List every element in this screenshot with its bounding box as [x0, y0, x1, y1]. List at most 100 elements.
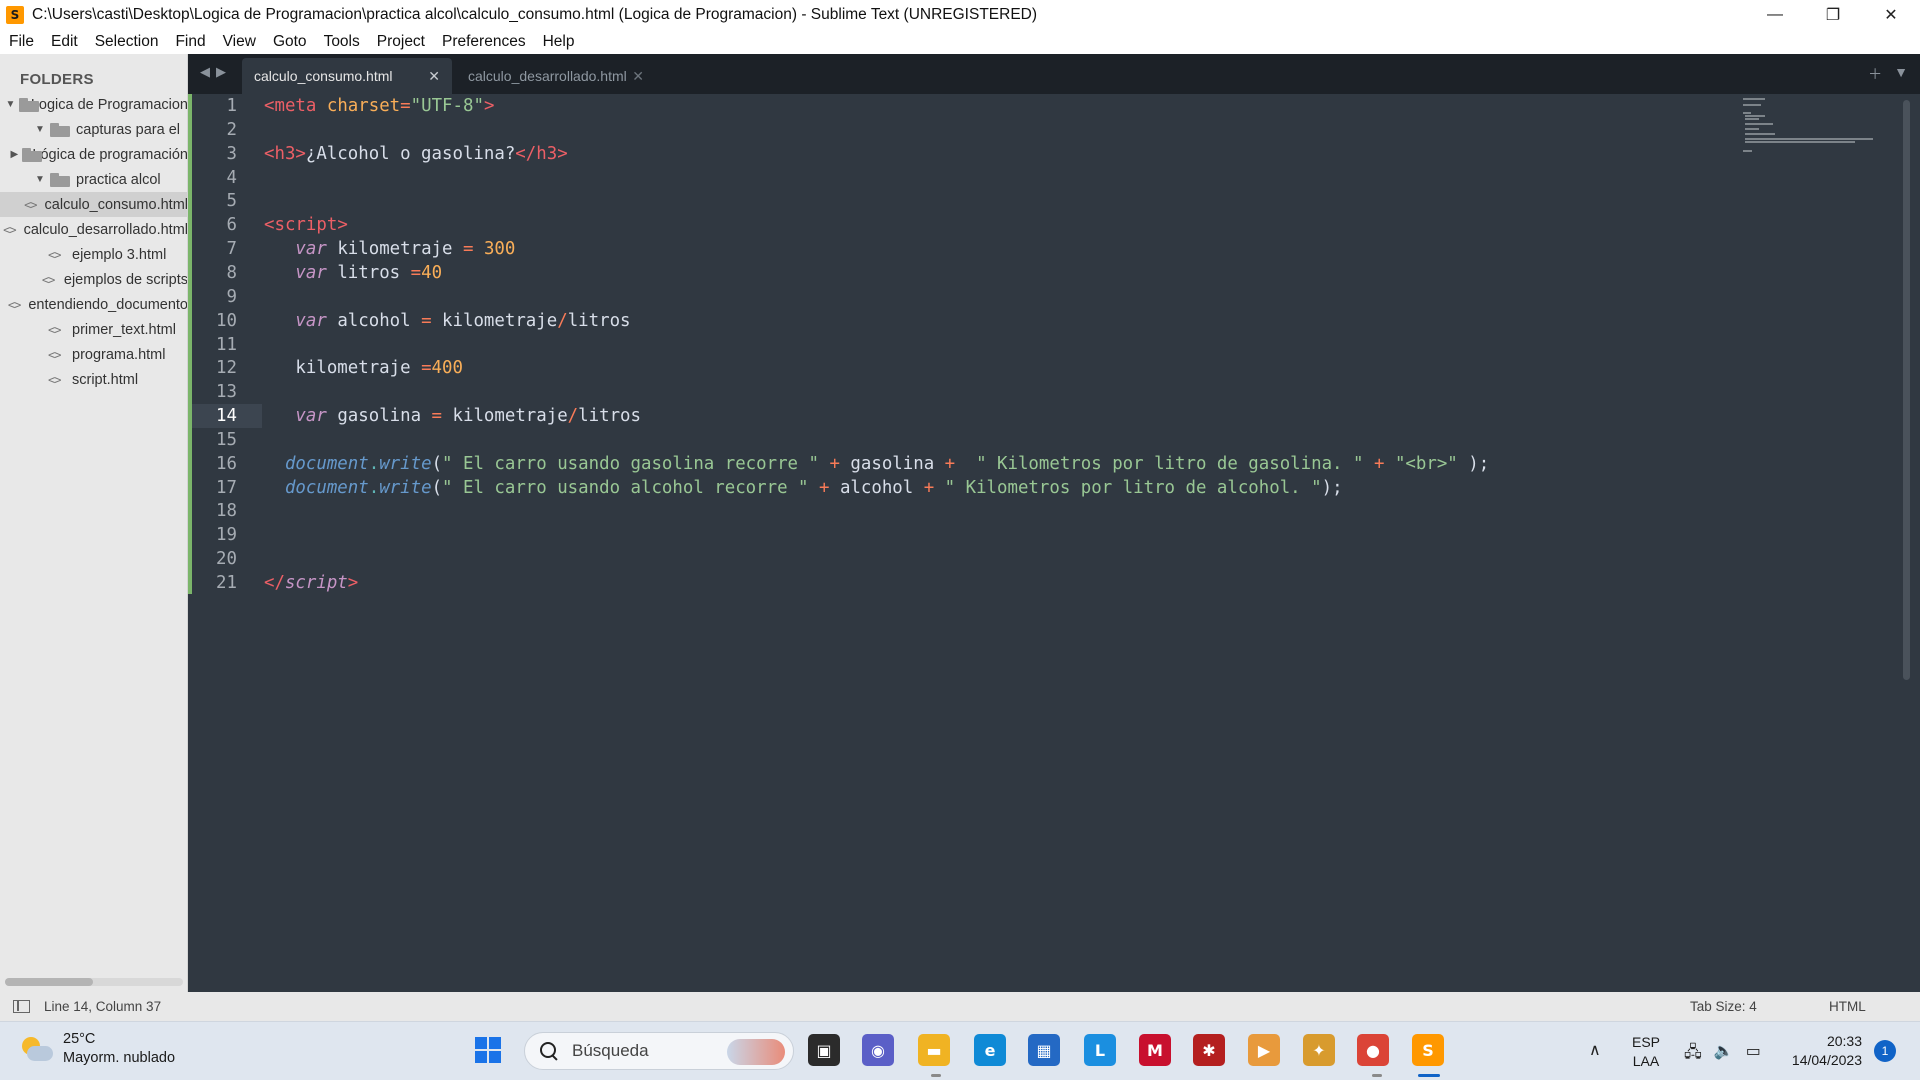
close-button[interactable]: ✕ — [1862, 0, 1920, 29]
cursor-position[interactable]: Line 14, Column 37 — [44, 999, 161, 1014]
syntax-mode[interactable]: HTML — [1829, 999, 1866, 1014]
folder-item[interactable]: ▼ Logica de Programacion — [0, 92, 187, 117]
menu-find[interactable]: Find — [175, 33, 205, 51]
code-token: kilometraje — [442, 406, 568, 427]
code-editor[interactable]: 1 <meta charset="UTF-8"> 2 3 <h3>¿Alcohol o … — [188, 94, 1920, 992]
tab-calculo-desarrollado[interactable]: calculo_desarrollado.html ✕ — [456, 58, 656, 94]
weather-widget[interactable]: 25°C Mayorm. nublado — [18, 1030, 175, 1068]
line-number: 18 — [216, 501, 237, 522]
code-line[interactable]: 10 var alcohol = kilometraje/litros — [188, 309, 1898, 333]
code-line[interactable]: 11 — [188, 333, 1898, 357]
menu-tools[interactable]: Tools — [324, 33, 360, 51]
menu-goto[interactable]: Goto — [273, 33, 307, 51]
menu-selection[interactable]: Selection — [95, 33, 159, 51]
expanded-arrow-icon[interactable]: ▼ — [5, 99, 15, 110]
tree-item-label: calculo_desarrollado.html — [23, 221, 188, 238]
battery-icon[interactable]: ▭ — [1746, 1041, 1761, 1068]
maximize-button[interactable]: ❐ — [1804, 0, 1862, 29]
folder-item[interactable]: ▶ Lógica de programación — [0, 142, 187, 167]
tab-size[interactable]: Tab Size: 4 — [1690, 999, 1757, 1014]
system-clock[interactable]: 20:33 14/04/2023 — [1782, 1032, 1862, 1070]
code-line[interactable]: 7 var kilometraje = 300 — [188, 237, 1898, 261]
notification-badge[interactable]: 1 — [1874, 1040, 1896, 1062]
file-item[interactable]: <> calculo_consumo.html — [0, 192, 187, 217]
expanded-arrow-icon[interactable]: ▼ — [34, 174, 46, 185]
code-line[interactable]: 3 <h3>¿Alcohol o gasolina?</h3> — [188, 142, 1898, 166]
code-line[interactable]: 4 — [188, 166, 1898, 190]
chat-icon[interactable]: ◉ — [862, 1034, 894, 1066]
tree-item-label: programa.html — [72, 346, 166, 363]
show-hidden-icons-chevron-icon[interactable]: ∧ — [1589, 1040, 1601, 1060]
file-item[interactable]: <> programa.html — [0, 342, 187, 367]
tab-next-icon[interactable]: ▶ — [216, 64, 226, 80]
code-line[interactable]: 16 document.write(" El carro usando gaso… — [188, 452, 1898, 476]
expanded-arrow-icon[interactable]: ▼ — [34, 124, 46, 135]
minimap[interactable] — [1743, 98, 1883, 158]
taskbar-search[interactable]: Búsqueda — [524, 1032, 794, 1070]
new-tab-icon[interactable]: ＋ — [1868, 64, 1882, 84]
file-item[interactable]: <> script.html — [0, 367, 187, 392]
code-line[interactable]: 6 <script> — [188, 213, 1898, 237]
code-line[interactable]: 2 — [188, 118, 1898, 142]
code-line[interactable]: 5 — [188, 189, 1898, 213]
network-icon[interactable]: 🖧 — [1684, 1041, 1702, 1068]
file-item[interactable]: <> calculo_desarrollado.html — [0, 217, 188, 242]
game-icon[interactable]: ✦ — [1303, 1034, 1335, 1066]
code-line[interactable]: 15 — [188, 428, 1898, 452]
l-app-icon[interactable]: L — [1084, 1034, 1116, 1066]
editor-scrollbar[interactable] — [1903, 100, 1910, 680]
file-explorer-icon[interactable]: ▬ — [918, 1034, 950, 1066]
minimize-button[interactable]: — — [1746, 0, 1804, 29]
tab-menu-chevron-icon[interactable]: ▼ — [1894, 64, 1908, 84]
menu-view[interactable]: View — [223, 33, 256, 51]
file-item[interactable]: <> ejemplo 3.html — [0, 242, 187, 267]
code-line[interactable]: 19 — [188, 523, 1898, 547]
code-line[interactable]: 12 kilometraje =400 — [188, 356, 1898, 380]
sidebar-scrollbar[interactable] — [5, 978, 183, 986]
edge-icon[interactable]: e — [974, 1034, 1006, 1066]
code-token: " El carro usando alcohol recorre " — [442, 477, 809, 498]
menu-help[interactable]: Help — [543, 33, 575, 51]
menu-preferences[interactable]: Preferences — [442, 33, 526, 51]
media-player-icon[interactable]: ▶ — [1248, 1034, 1280, 1066]
mcafee-icon[interactable]: M — [1139, 1034, 1171, 1066]
code-line[interactable]: 1 <meta charset="UTF-8"> — [188, 94, 1898, 118]
menu-edit[interactable]: Edit — [51, 33, 78, 51]
folder-item[interactable]: ▼ practica alcol — [0, 167, 187, 192]
app-glyph: ◉ — [871, 1040, 885, 1060]
code-token: <h3> — [264, 143, 306, 164]
code-line[interactable]: 8 var litros =40 — [188, 261, 1898, 285]
code-line[interactable]: 17 document.write(" El carro usando alco… — [188, 476, 1898, 500]
tab-close-icon[interactable]: ✕ — [632, 68, 644, 85]
code-line[interactable]: 18 — [188, 499, 1898, 523]
panel-toggle-icon[interactable] — [13, 1000, 30, 1013]
code-line[interactable]: 21 </script> — [188, 571, 1898, 595]
code-line[interactable]: 20 — [188, 547, 1898, 571]
red-app-icon[interactable]: ✱ — [1193, 1034, 1225, 1066]
code-line[interactable]: 14 var gasolina = kilometraje/litros — [188, 404, 1898, 429]
file-item[interactable]: <> ejemplos de scripts — [0, 267, 187, 292]
menu-file[interactable]: File — [9, 33, 34, 51]
collapsed-arrow-icon[interactable]: ▶ — [10, 149, 18, 160]
tab-prev-icon[interactable]: ◀ — [200, 64, 210, 80]
folder-item[interactable]: ▼ capturas para el — [0, 117, 187, 142]
chrome-icon[interactable]: ● — [1357, 1034, 1389, 1066]
sublime-text-icon[interactable]: S — [1412, 1034, 1444, 1066]
code-token: ); — [1457, 453, 1490, 474]
store-icon[interactable]: ▦ — [1028, 1034, 1060, 1066]
file-item[interactable]: <> primer_text.html — [0, 317, 187, 342]
task-view-icon[interactable]: ▣ — [808, 1034, 840, 1066]
menu-project[interactable]: Project — [377, 33, 425, 51]
sidebar-scrollbar-thumb[interactable] — [5, 978, 93, 986]
code-token: 40 — [421, 262, 443, 283]
input-language[interactable]: ESP LAA — [1632, 1033, 1660, 1071]
code-line[interactable]: 9 — [188, 285, 1898, 309]
tab-calculo-consumo[interactable]: calculo_consumo.html ✕ — [242, 58, 452, 94]
tab-close-icon[interactable]: ✕ — [428, 68, 440, 85]
volume-icon[interactable]: 🔈 — [1714, 1041, 1734, 1068]
file-item[interactable]: <> entendiendo_documento — [0, 292, 187, 317]
code-file-icon: <> — [48, 247, 61, 262]
windows-start-icon[interactable] — [472, 1034, 504, 1066]
code-line[interactable]: 13 — [188, 380, 1898, 404]
